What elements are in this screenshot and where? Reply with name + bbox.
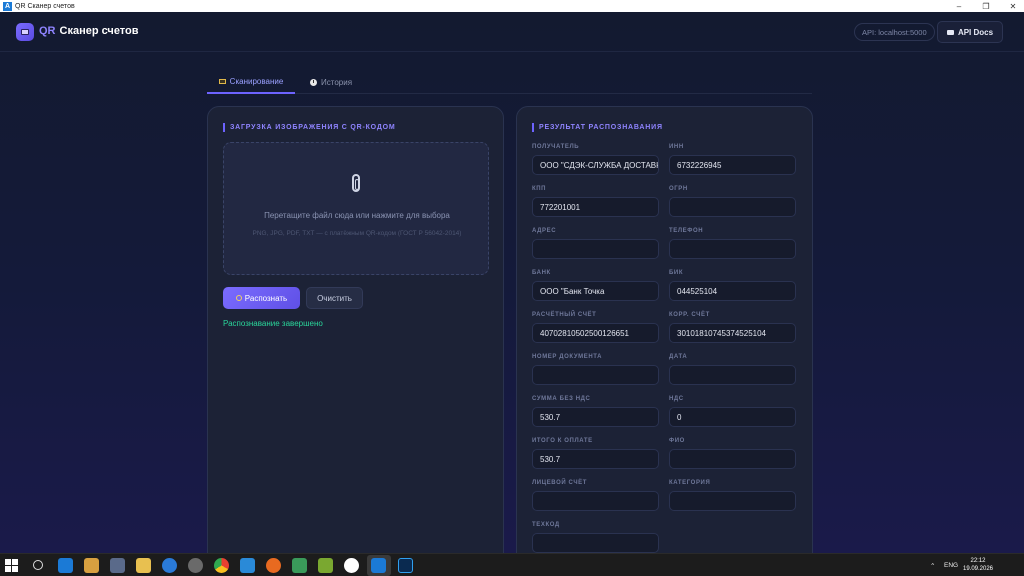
field-label: ИТОГО К ОПЛАТЕ [532, 438, 593, 444]
field-input[interactable]: 044525104 [669, 281, 796, 301]
clock-time: 22:12 [970, 558, 986, 564]
magnifier-icon [235, 295, 242, 301]
windows-start-icon[interactable] [5, 559, 18, 572]
field-input[interactable] [669, 197, 796, 217]
field-input[interactable] [532, 533, 659, 553]
recognize-label: Распознать [244, 293, 288, 303]
clock-icon [310, 78, 317, 86]
field-label: БИК [669, 270, 684, 276]
field-input[interactable]: 772201001 [532, 197, 659, 217]
brand-prefix: QR [39, 25, 56, 37]
window-title: QR Сканер счетов [15, 2, 75, 10]
field-input[interactable]: 30101810745374525104 [669, 323, 796, 343]
recognize-button[interactable]: Распознать [223, 287, 300, 309]
dropzone-text: Перетащите файл сюда или нажмите для выб… [264, 211, 450, 220]
field-label: ИНН [669, 144, 684, 150]
field-label: ЛИЦЕВОЙ СЧЁТ [532, 480, 588, 486]
language-indicator[interactable]: ENG [944, 554, 958, 576]
field-input[interactable]: 0 [669, 407, 796, 427]
app-header: QR Сканер счетов API: localhost:5000 API … [0, 12, 1024, 52]
settings-icon[interactable] [188, 558, 203, 573]
field-label: ДАТА [669, 354, 688, 360]
app-blue-icon[interactable] [240, 558, 255, 573]
field-input[interactable]: 6732226945 [669, 155, 796, 175]
tab-label: История [321, 77, 353, 87]
api-docs-button[interactable]: API Docs [937, 21, 1003, 43]
field-label: СУММА БЕЗ НДС [532, 396, 591, 402]
tray-chevron-icon[interactable]: ⌃ [930, 554, 935, 576]
field-label: НДС [669, 396, 684, 402]
field-label: КАТЕГОРИЯ [669, 480, 711, 486]
field-label: БАНК [532, 270, 551, 276]
brand-title: QR Сканер счетов [39, 25, 139, 37]
field-label: РАСЧЁТНЫЙ СЧЁТ [532, 312, 597, 318]
file-dropzone[interactable]: Перетащите файл сюда или нажмите для выб… [223, 142, 489, 275]
taskbar: ⌃ ENG 22:12 19.09.2026 [0, 553, 1024, 576]
firefox-icon[interactable] [266, 558, 281, 573]
dropzone-hint: PNG, JPG, PDF, TXT — с платёжным QR-кодо… [252, 230, 462, 237]
field-input[interactable]: ООО "Банк Точка [532, 281, 659, 301]
edge-browser-icon[interactable] [162, 558, 177, 573]
close-button[interactable]: ✕ [1004, 0, 1022, 12]
paperclip-icon [352, 174, 360, 192]
tab-label: Сканирование [229, 76, 284, 86]
result-title: РЕЗУЛЬТАТ РАСПОЗНАВАНИЯ [532, 123, 663, 132]
app-root: QR Сканер счетов API: localhost:5000 API … [0, 12, 1024, 553]
google-icon[interactable] [344, 558, 359, 573]
field-input[interactable] [669, 365, 796, 385]
field-input[interactable]: 530.7 [532, 449, 659, 469]
tool-icon[interactable] [84, 558, 99, 573]
field-input[interactable] [669, 449, 796, 469]
field-label: ТЕЛЕФОН [669, 228, 704, 234]
result-panel: РЕЗУЛЬТАТ РАСПОЗНАВАНИЯ ПОЛУЧАТЕЛЬ ООО "С… [516, 106, 813, 553]
search-icon[interactable] [33, 560, 43, 570]
field-label: ФИО [669, 438, 685, 444]
folder-icon[interactable] [136, 558, 151, 573]
image-app-icon[interactable] [292, 558, 307, 573]
system-clock[interactable]: 22:12 19.09.2026 [960, 557, 996, 573]
minimize-button[interactable]: – [950, 0, 968, 12]
photoshop-icon[interactable] [398, 558, 413, 573]
field-label: АДРЕС [532, 228, 557, 234]
book-icon [946, 29, 954, 35]
field-input[interactable] [532, 491, 659, 511]
window-titlebar: A QR Сканер счетов – ❐ ✕ [0, 0, 1024, 12]
field-input[interactable]: ООО "СДЭК-СЛУЖБА ДОСТАВКИ" [532, 155, 659, 175]
field-input[interactable] [669, 239, 796, 259]
app-green-icon[interactable] [318, 558, 333, 573]
brand-name: Сканер счетов [59, 25, 139, 37]
status-message: Распознавание завершено [223, 319, 323, 328]
field-label: ТЕХКОД [532, 522, 560, 528]
app-a-active-icon[interactable] [371, 558, 386, 573]
app-icon: A [3, 1, 12, 11]
maximize-button[interactable]: ❐ [977, 0, 995, 12]
field-label: ПОЛУЧАТЕЛЬ [532, 144, 580, 150]
field-input[interactable] [669, 491, 796, 511]
upload-panel: ЗАГРУЗКА ИЗОБРАЖЕНИЯ С QR-КОДОМ Перетащи… [207, 106, 504, 553]
chrome-icon[interactable] [214, 558, 229, 573]
field-input[interactable]: 530.7 [532, 407, 659, 427]
field-input[interactable]: 40702810502500126651 [532, 323, 659, 343]
field-label: НОМЕР ДОКУМЕНТА [532, 354, 603, 360]
app-a-icon[interactable] [58, 558, 73, 573]
tab-history[interactable]: История [310, 70, 352, 94]
field-label: КПП [532, 186, 547, 192]
clear-button[interactable]: Очистить [306, 287, 363, 309]
scanner-icon [218, 78, 226, 84]
api-status-badge: API: localhost:5000 [854, 23, 935, 41]
upload-title: ЗАГРУЗКА ИЗОБРАЖЕНИЯ С QR-КОДОМ [223, 123, 395, 132]
field-input[interactable] [532, 365, 659, 385]
field-input[interactable] [532, 239, 659, 259]
api-docs-label: API Docs [957, 27, 994, 37]
tab-bar: Сканирование История [207, 70, 812, 94]
field-label: КОРР. СЧЁТ [669, 312, 710, 318]
computer-icon[interactable] [110, 558, 125, 573]
tab-scanning[interactable]: Сканирование [207, 70, 295, 94]
clock-date: 19.09.2026 [962, 566, 994, 572]
logo-icon [16, 23, 34, 41]
field-label: ОГРН [669, 186, 688, 192]
